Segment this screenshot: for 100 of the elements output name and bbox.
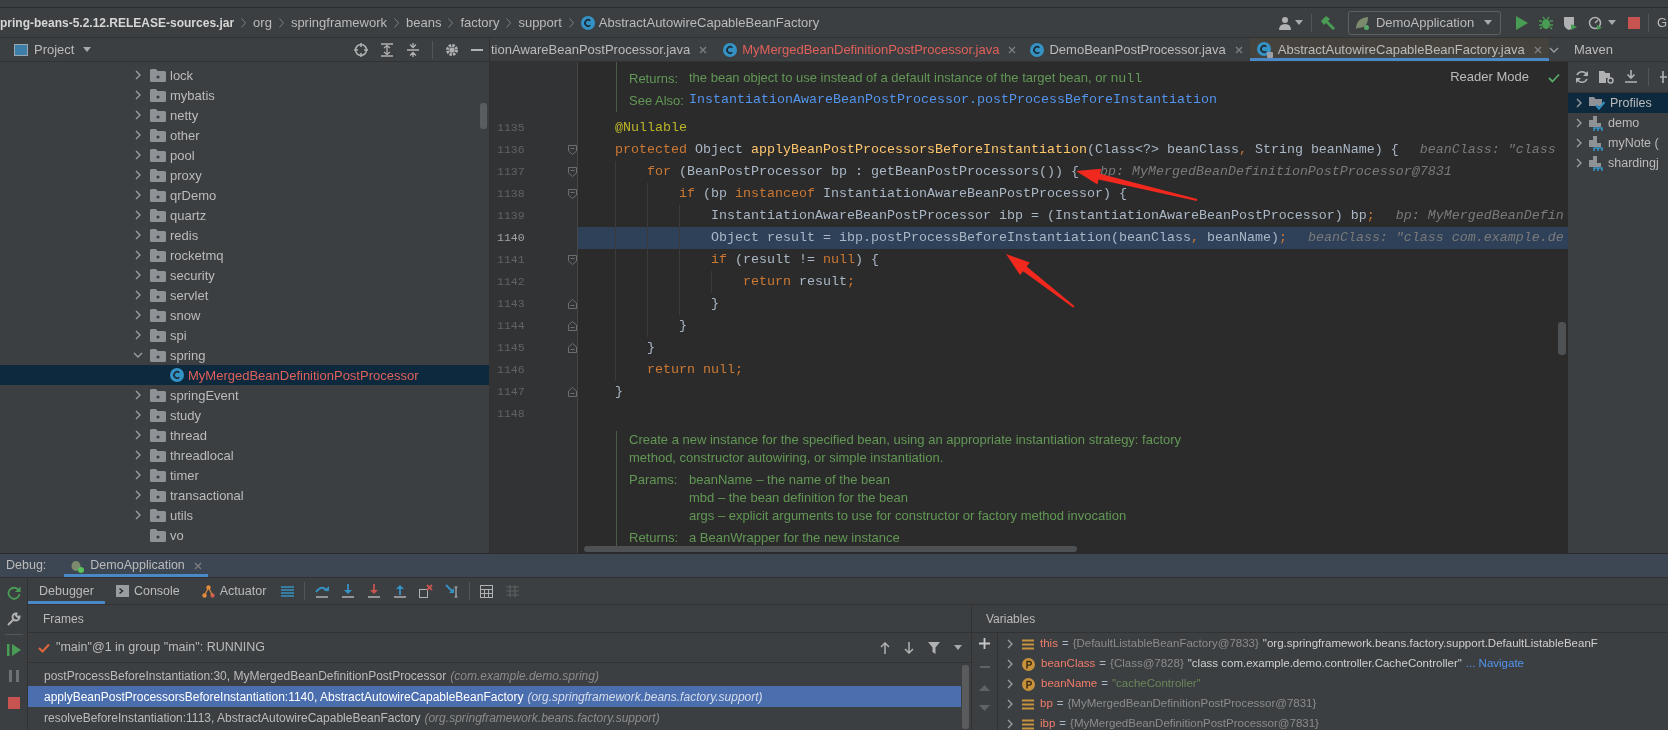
curved-arrow-icon[interactable] [315, 584, 330, 598]
up-arrow-icon[interactable] [880, 641, 890, 654]
chevron-right-icon[interactable] [135, 430, 141, 440]
breadcrumb-item[interactable]: factory [460, 16, 500, 29]
chevron-right-icon[interactable] [135, 230, 141, 240]
close-icon[interactable] [193, 561, 202, 570]
down-arrow-icon[interactable] [341, 584, 356, 598]
chevron-right-icon[interactable] [135, 310, 141, 320]
chevron-right-icon[interactable] [1576, 158, 1582, 168]
breadcrumb-item[interactable]: support [518, 16, 562, 29]
thread-selector[interactable]: "main"@1 in group "main": RUNNING [38, 641, 265, 654]
stop-icon[interactable] [1627, 16, 1640, 29]
tree-item[interactable]: mybatis [0, 85, 489, 105]
variable-item[interactable]: beanClass = {Class@7828} "class com.example.demo.controller.CacheController" ... Navigate [998, 654, 1668, 674]
tree-item[interactable]: springEvent [0, 385, 489, 405]
up-arrow-icon[interactable] [393, 584, 408, 598]
tree-item[interactable]: qrDemo [0, 185, 489, 205]
tree-item[interactable]: other [0, 125, 489, 145]
variable-item[interactable]: this = {DefaultListableBeanFactory@7833} "org.springframework.beans.factory.support.DefaultListableBeanF [998, 634, 1668, 654]
chevron-right-icon[interactable] [135, 510, 141, 520]
caret-icon[interactable] [83, 47, 92, 52]
caret-icon[interactable] [1607, 20, 1616, 25]
folder-gear-icon[interactable] [1599, 70, 1614, 84]
close-icon[interactable] [1533, 45, 1542, 54]
chevron-right-icon[interactable] [135, 330, 141, 340]
chevron-right-icon[interactable] [135, 110, 141, 120]
tree-item[interactable]: thread [0, 425, 489, 445]
chevron-right-icon[interactable] [1576, 118, 1582, 128]
chevron-right-icon[interactable] [135, 470, 141, 480]
editor-tab[interactable]: DemoBeanPostProcessor.java [1023, 38, 1250, 61]
tree-item[interactable]: spring [0, 345, 489, 365]
frame-item[interactable]: applyBeanPostProcessorsBeforeInstantiation:1140, AbstractAutowireCapableBeanFactory (org.springframework.beans.factory.support) [28, 686, 961, 707]
pause-icon[interactable] [8, 670, 19, 682]
tree-item[interactable]: threadlocal [0, 445, 489, 465]
doc-link[interactable]: InstantiationAwareBeanPostProcessor.postProcessBeforeInstantiation [689, 93, 1217, 107]
chevron-right-icon[interactable] [1007, 719, 1013, 729]
maven-item[interactable]: Profiles [1568, 93, 1668, 113]
gauge-icon[interactable] [1587, 15, 1602, 30]
tree-item[interactable]: snow [0, 305, 489, 325]
fold-marker-icon[interactable] [568, 145, 577, 155]
fold-marker-icon[interactable] [568, 189, 577, 199]
fold-marker-icon[interactable] [568, 255, 577, 265]
variable-item[interactable]: bp = {MyMergedBeanDefinitionPostProcessor@7831} [998, 694, 1668, 714]
wrench-icon[interactable] [6, 612, 21, 626]
reader-mode-button[interactable]: Reader Mode [1450, 70, 1529, 83]
filter-icon[interactable] [928, 641, 940, 654]
frame-item[interactable]: resolveBeforeInstantiation:1113, AbstractAutowireCapableBeanFactory (org.springframework.beans.factory.support) [28, 707, 961, 728]
chevron-right-icon[interactable] [135, 490, 141, 500]
scrollbar[interactable] [480, 103, 487, 129]
run-configuration-dropdown[interactable]: DemoApplication [1347, 10, 1501, 35]
chevron-right-icon[interactable] [1007, 679, 1013, 689]
tree-item[interactable]: lock [0, 65, 489, 85]
chevron-right-icon[interactable] [135, 450, 141, 460]
chevron-right-icon[interactable] [135, 390, 141, 400]
session-tab[interactable]: DemoApplication [64, 554, 208, 577]
breadcrumb-item[interactable]: org [253, 16, 272, 29]
tree-item[interactable]: servlet [0, 285, 489, 305]
tree-item[interactable]: netty [0, 105, 489, 125]
scrollbar[interactable] [584, 546, 1077, 552]
editor-tab[interactable]: AbstractAutowireCapableBeanFactory.java [1249, 38, 1549, 61]
settings-icon[interactable] [445, 42, 459, 57]
chevron-right-icon[interactable] [1007, 639, 1013, 649]
breadcrumb-item[interactable]: beans [405, 16, 442, 29]
chevron-right-icon[interactable] [135, 150, 141, 160]
tree-item[interactable]: timer [0, 465, 489, 485]
caret-icon[interactable] [1294, 20, 1303, 25]
fold-marker-icon[interactable] [568, 321, 577, 331]
chevron-right-icon[interactable] [1576, 138, 1582, 148]
variable-item[interactable]: ibp = {MyMergedBeanDefinitionPostProcessor@7831} [998, 714, 1668, 730]
chevron-right-icon[interactable] [135, 70, 141, 80]
caret-icon[interactable] [1483, 20, 1492, 25]
debug-tab[interactable]: Debugger [28, 578, 105, 604]
expand-arrows-icon[interactable] [380, 42, 394, 57]
chevron-right-icon[interactable] [1576, 98, 1582, 108]
menu-icon[interactable] [281, 585, 295, 597]
tree-item[interactable]: pool [0, 145, 489, 165]
chevron-down-icon[interactable] [133, 352, 143, 358]
play-icon[interactable] [1515, 15, 1528, 30]
tree-item[interactable]: transactional [0, 485, 489, 505]
breadcrumb-item[interactable]: AbstractAutowireCapableBeanFactory [580, 15, 820, 30]
collapse-arrows-icon[interactable] [406, 42, 420, 57]
crossed-frame-icon[interactable] [419, 584, 434, 598]
editor-tab[interactable]: MyMergedBeanDefinitionPostProcessor.java [716, 38, 1024, 61]
chevron-down-icon[interactable] [1548, 46, 1559, 53]
navigate-link[interactable]: ... Navigate [1465, 658, 1524, 670]
scrollbar[interactable] [962, 665, 969, 729]
chevron-right-icon[interactable] [1007, 659, 1013, 669]
frame-item[interactable]: postProcessBeforeInstantiation:30, MyMergedBeanDefinitionPostProcessor (com.example.demo.spring) [28, 665, 961, 686]
plus-icon[interactable] [1659, 71, 1667, 83]
cursor-arrow-icon[interactable] [445, 584, 460, 598]
toolbar-text[interactable]: G [1656, 16, 1668, 29]
panel-title[interactable]: Project [34, 43, 75, 56]
maven-item[interactable]: demo [1568, 113, 1668, 133]
scrollbar[interactable] [1558, 322, 1566, 355]
tree-item[interactable]: proxy [0, 165, 489, 185]
breadcrumb-item[interactable]: springframework [290, 16, 387, 29]
close-icon[interactable] [1008, 45, 1017, 54]
close-icon[interactable] [1234, 45, 1243, 54]
fold-marker-icon[interactable] [568, 343, 577, 353]
user-icon[interactable] [1277, 15, 1292, 30]
